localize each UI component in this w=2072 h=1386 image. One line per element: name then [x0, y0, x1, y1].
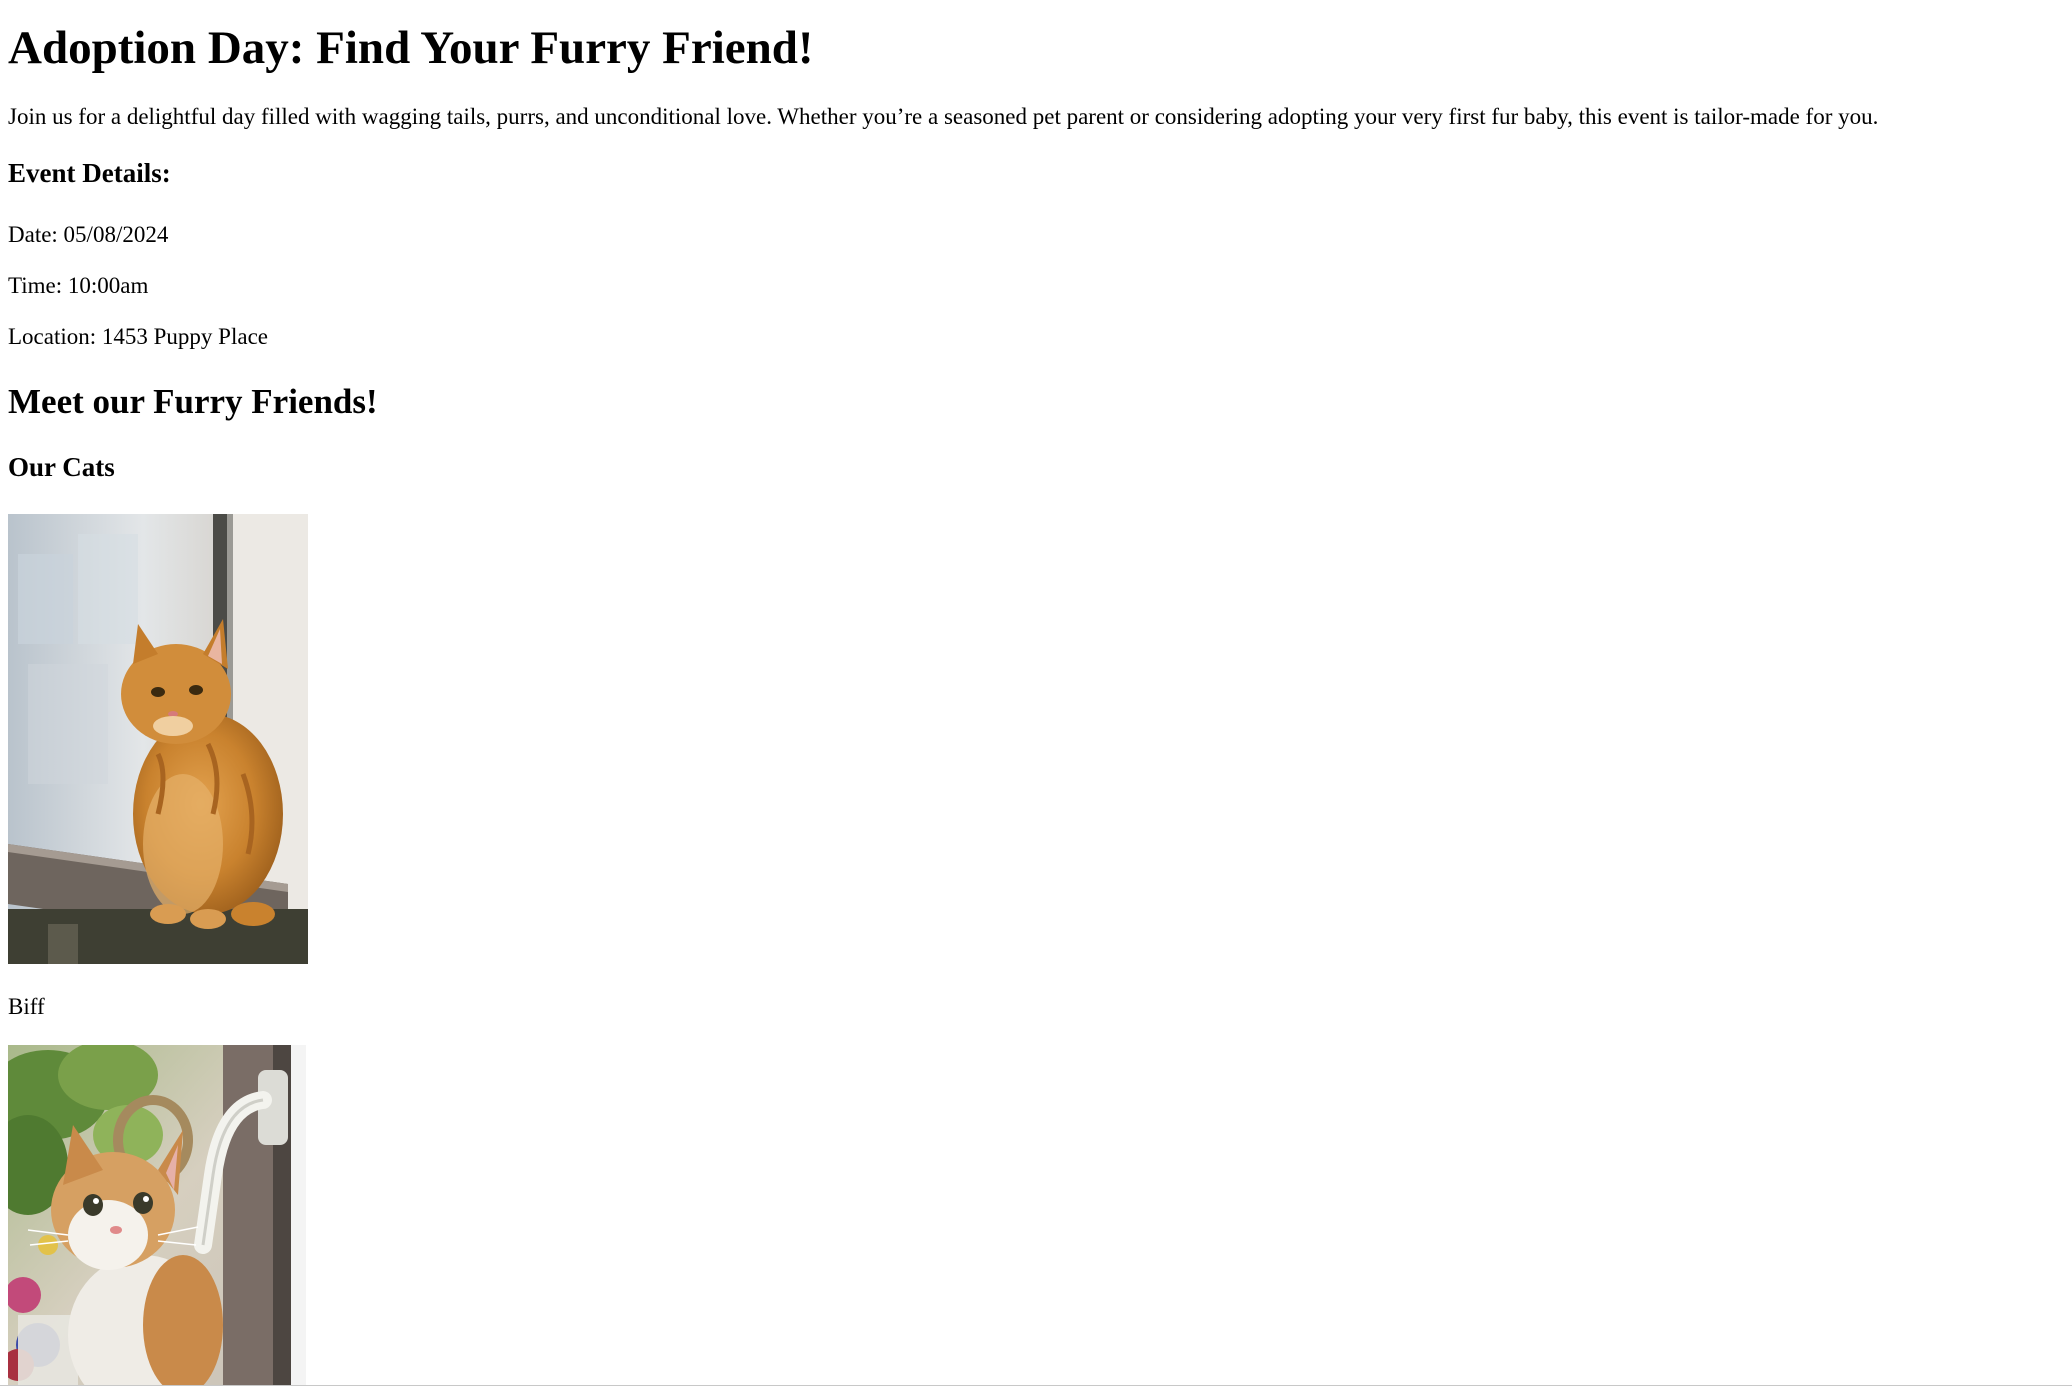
cat-name-biff: Biff [8, 994, 45, 1019]
cat-photo-biff [8, 514, 308, 964]
intro-paragraph: Join us for a delightful day filled with… [8, 104, 1879, 129]
event-date: Date: 05/08/2024 [8, 222, 169, 247]
event-details-heading: Event Details: [8, 158, 171, 188]
cat-photo-2 [8, 1045, 306, 1385]
page-title: Adoption Day: Find Your Furry Friend! [8, 22, 814, 74]
meet-friends-heading: Meet our Furry Friends! [8, 382, 378, 421]
our-cats-heading: Our Cats [8, 452, 115, 482]
page-content: Adoption Day: Find Your Furry Friend! Jo… [8, 0, 2058, 1385]
event-time: Time: 10:00am [8, 273, 149, 298]
event-location: Location: 1453 Puppy Place [8, 324, 268, 349]
